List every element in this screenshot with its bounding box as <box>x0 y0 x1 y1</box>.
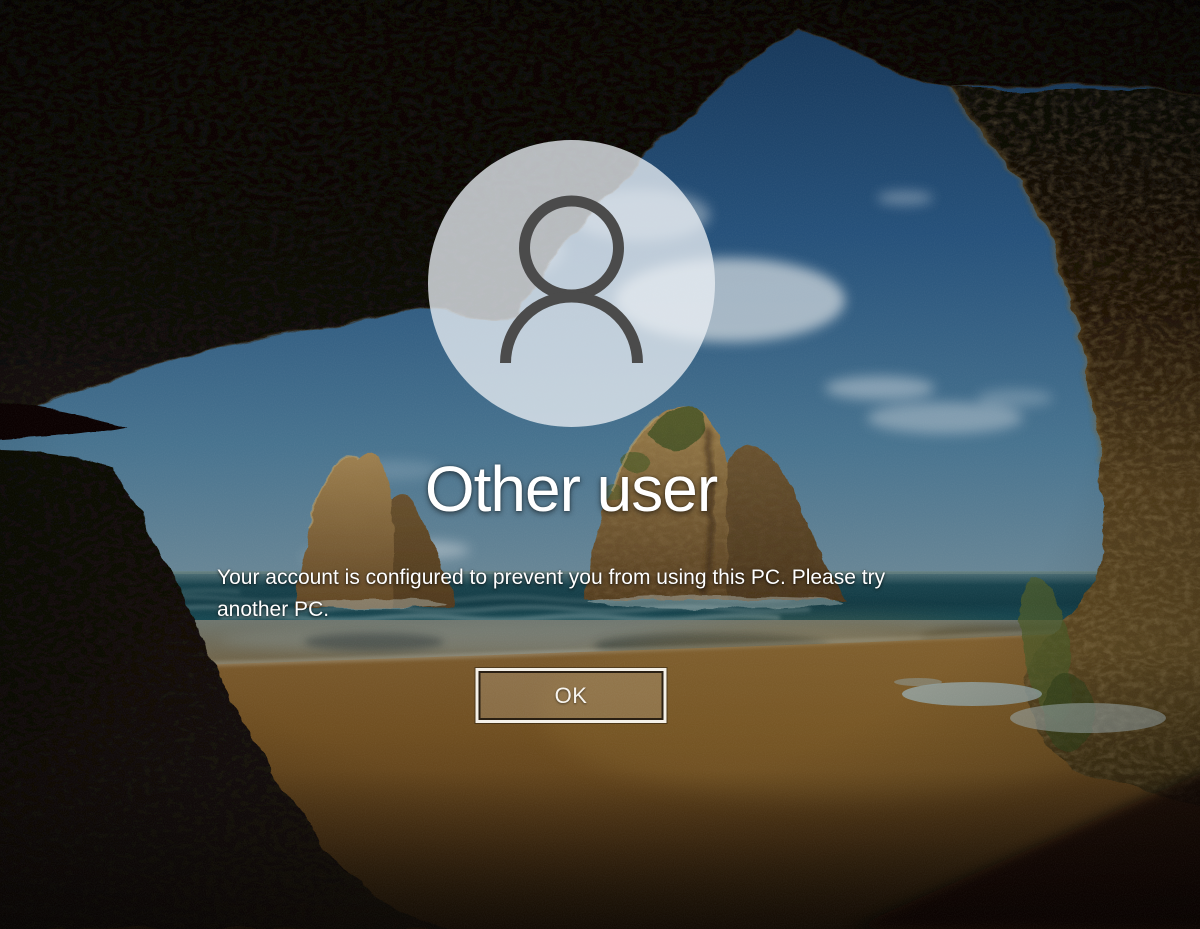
sign-in-panel: Other user Your account is configured to… <box>211 0 931 929</box>
error-message-line-1: Your account is configured to prevent yo… <box>217 566 886 589</box>
user-avatar <box>427 140 715 427</box>
sign-in-screen: Other user Your account is configured to… <box>0 0 1200 929</box>
user-icon <box>499 195 643 364</box>
user-display-name: Other user <box>424 453 718 525</box>
ok-button[interactable]: OK <box>475 668 667 723</box>
error-message-line-2: another PC. <box>217 598 330 621</box>
error-message: Your account is configured to prevent yo… <box>217 562 937 626</box>
